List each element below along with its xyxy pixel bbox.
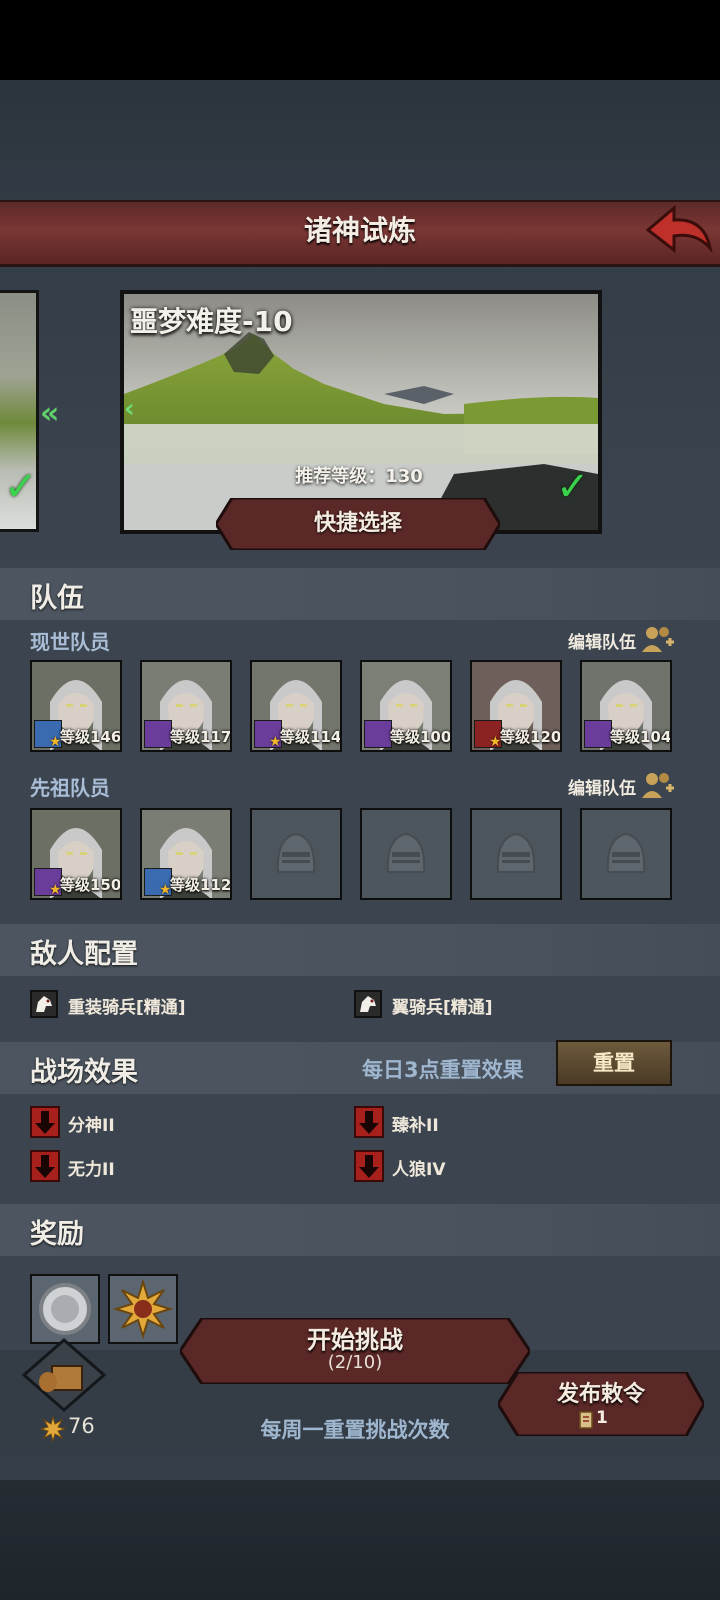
silver-coin-reward[interactable] (30, 1274, 100, 1344)
challenge-count: (2/10) (327, 1352, 383, 1373)
staff-class-icon (584, 720, 612, 748)
effect-name: 臻补II (392, 1116, 439, 1136)
double-chevron-left-icon[interactable]: « (40, 396, 59, 431)
enemy-name: 重装骑兵[精通] (68, 998, 186, 1018)
current-members-label: 现世队员 (30, 630, 110, 654)
rewards-section-title: 奖励 (30, 1219, 84, 1250)
add-member-icon[interactable] (640, 770, 678, 800)
hero-level: 等级150 (60, 876, 122, 894)
empty-slot[interactable] (250, 808, 342, 900)
empty-slot[interactable] (580, 808, 672, 900)
staff-class-icon (364, 720, 392, 748)
stage-title: 噩梦难度-10 (130, 305, 293, 338)
hero-level: 等级117 (170, 728, 232, 746)
hero-slot[interactable]: 等级100 (360, 660, 452, 752)
empty-slot[interactable] (360, 808, 452, 900)
check-icon: ✓ (4, 464, 38, 510)
battlefield-section-title: 战场效果 (30, 1057, 138, 1088)
check-icon: ✓ (556, 464, 590, 510)
edit-team-button[interactable]: 编辑队伍 (568, 774, 636, 799)
empty-slot[interactable] (470, 808, 562, 900)
chevron-left-icon[interactable]: ‹ (124, 394, 135, 424)
team-section-title: 队伍 (30, 583, 84, 614)
down-arrow-icon (30, 1106, 60, 1138)
hero-slot[interactable]: ★ 等级120 (470, 660, 562, 752)
hero-level: 等级112 (170, 876, 232, 894)
helmet-icon (276, 832, 316, 873)
hero-level: 等级114 (280, 728, 342, 746)
start-challenge-label: 开始挑战 (307, 1326, 403, 1354)
effect-name: 人狼IV (392, 1160, 446, 1180)
sun-medal-reward[interactable] (108, 1274, 178, 1344)
helmet-icon (496, 832, 536, 873)
edit-team-button[interactable]: 编辑队伍 (568, 628, 636, 653)
scroll-icon (579, 1411, 593, 1429)
chest-icon[interactable] (22, 1338, 106, 1412)
ancestor-members-label: 先祖队员 (30, 776, 110, 800)
current-members-row: ★ 等级146 等级117 ★ 等级114 等级100 ★ 等级120 等级104 (30, 660, 680, 754)
cavalry-icon (30, 990, 58, 1018)
helmet-icon (606, 832, 646, 873)
hero-level: 等级120 (500, 728, 562, 746)
decree-count: 1 (596, 1408, 608, 1428)
issue-decree-label: 发布敕令 (556, 1382, 645, 1407)
bottom-background (0, 1480, 720, 1600)
hero-level: 等级146 (60, 728, 122, 746)
recommended-level: 推荐等级：130 (295, 466, 423, 487)
hero-slot[interactable]: 等级104 (580, 660, 672, 752)
effect-name: 分神II (68, 1116, 115, 1136)
currency-amount: 76 (68, 1414, 95, 1438)
hero-slot[interactable]: ★ 等级114 (250, 660, 342, 752)
effect-name: 无力II (68, 1160, 115, 1180)
quick-select-label: 快捷选择 (313, 511, 402, 536)
team-section-header (0, 568, 720, 620)
hero-slot[interactable]: ★ 等级150 (30, 808, 122, 900)
sun-currency-icon (40, 1416, 66, 1442)
page-title: 诸神试炼 (303, 214, 416, 247)
down-arrow-icon (354, 1150, 384, 1182)
back-arrow-icon[interactable] (644, 204, 714, 256)
staff-class-icon (144, 720, 172, 748)
reset-note: 每日3点重置效果 (362, 1058, 524, 1082)
hero-level: 等级104 (610, 728, 672, 746)
reset-button[interactable]: 重置 (556, 1040, 672, 1086)
hero-level: 等级100 (390, 728, 452, 746)
enemy-section-title: 敌人配置 (30, 939, 138, 970)
enemy-name: 翼骑兵[精通] (392, 998, 493, 1018)
hero-slot[interactable]: ★ 等级112 (140, 808, 232, 900)
down-arrow-icon (354, 1106, 384, 1138)
ancestor-members-row: ★ 等级150 ★ 等级112 (30, 808, 680, 902)
rewards-section-header (0, 1204, 720, 1256)
add-member-icon[interactable] (640, 624, 678, 654)
cavalry-icon (354, 990, 382, 1018)
down-arrow-icon (30, 1150, 60, 1182)
hero-slot[interactable]: 等级117 (140, 660, 232, 752)
status-bar-area (0, 0, 720, 80)
helmet-icon (386, 832, 426, 873)
hero-slot[interactable]: ★ 等级146 (30, 660, 122, 752)
weekly-reset-note: 每周一重置挑战次数 (260, 1418, 450, 1442)
